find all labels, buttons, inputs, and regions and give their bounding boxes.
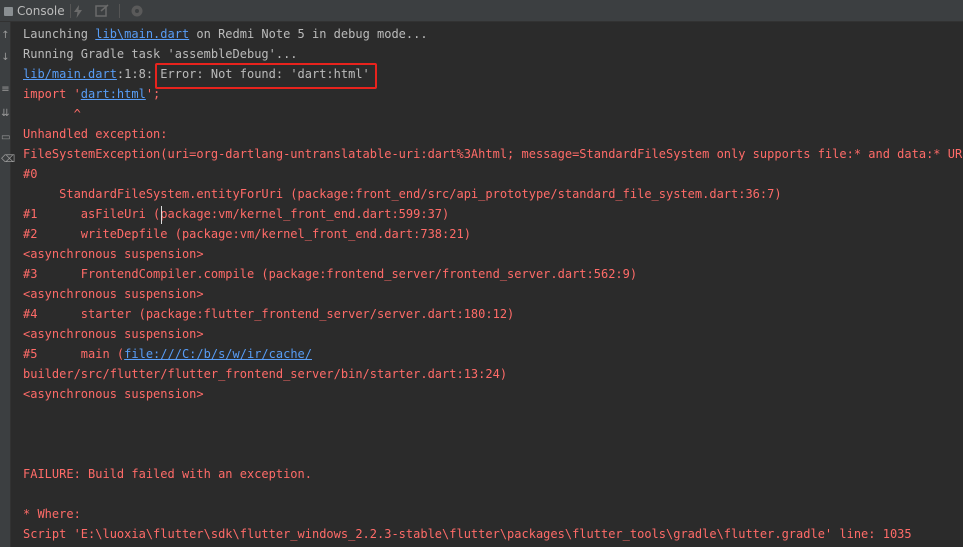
error-highlight-box (155, 63, 377, 89)
console-line: <asynchronous suspension> (23, 247, 204, 261)
tab-console-label: Console (17, 4, 65, 18)
console-window: Console ↑ ↓ ≡ ⇊ ▭ ⌫ Launching lib\main.d… (0, 0, 963, 547)
arrow-up-icon[interactable]: ↑ (1, 30, 10, 42)
hot-reload-icon[interactable] (94, 3, 110, 19)
stack-frame: #2 writeDepfile (package:vm/kernel_front… (23, 227, 471, 241)
file-link[interactable]: lib/main.dart (23, 67, 117, 81)
console-output[interactable]: Launching lib\main.dart on Redmi Note 5 … (11, 22, 963, 547)
wrap-icon[interactable]: ≡ (1, 84, 10, 96)
console-line: ^ (23, 107, 81, 121)
console-line: <asynchronous suspension> (23, 327, 204, 341)
file-link[interactable]: lib\main.dart (95, 27, 189, 41)
console-line: import 'dart:html'; (23, 84, 160, 104)
import-link[interactable]: dart:html (81, 87, 146, 101)
console-side-toolbar: ↑ ↓ ≡ ⇊ ▭ ⌫ (0, 22, 15, 547)
arrow-down-icon[interactable]: ↓ (1, 52, 10, 64)
print-icon[interactable]: ▭ (1, 132, 10, 144)
failure-line: FAILURE: Build failed with an exception. (23, 467, 312, 481)
file-link[interactable]: file:///C:/b/s/w/ir/cache/ (124, 347, 312, 361)
console-line: Unhandled exception: (23, 127, 168, 141)
console-line: Launching lib\main.dart on Redmi Note 5 … (23, 24, 428, 44)
inspector-icon[interactable] (129, 3, 145, 19)
console-line: builder/src/flutter/flutter_frontend_ser… (23, 367, 508, 381)
stack-frame: #3 FrontendCompiler.compile (package:fro… (23, 267, 638, 281)
tool-window-header: Console (0, 0, 963, 22)
lightning-icon[interactable] (70, 3, 86, 19)
toolbar-separator (119, 4, 120, 18)
text-caret (161, 206, 162, 224)
tab-console[interactable]: Console (0, 0, 71, 22)
console-line: #0 (23, 167, 38, 181)
stack-frame: #1 asFileUri (package:vm/kernel_front_en… (23, 207, 450, 221)
console-line: <asynchronous suspension> (23, 287, 204, 301)
scroll-end-icon[interactable]: ⇊ (1, 108, 10, 120)
console-text: on Redmi Note 5 in debug mode... (189, 27, 428, 41)
console-line: Running Gradle task 'assembleDebug'... (23, 47, 298, 61)
console-line: <asynchronous suspension> (23, 387, 204, 401)
console-text: import ' (23, 87, 81, 101)
console-text: #5 main ( (23, 347, 125, 361)
console-text: '; (145, 87, 161, 101)
console-line: Script 'E:\luoxia\flutter\sdk\flutter_wi… (23, 527, 912, 541)
trash-icon[interactable]: ⌫ (1, 154, 15, 166)
stack-frame: #4 starter (package:flutter_frontend_ser… (23, 307, 515, 321)
console-text: Launching (23, 27, 96, 41)
console-icon (4, 6, 13, 16)
stack-frame: StandardFileSystem.entityForUri (package… (23, 187, 782, 201)
console-line: * Where: (23, 507, 81, 521)
stack-frame: #5 main (file:///C:/b/s/w/ir/cache/ (23, 344, 312, 364)
console-line: FileSystemException(uri=org-dartlang-unt… (23, 147, 963, 161)
